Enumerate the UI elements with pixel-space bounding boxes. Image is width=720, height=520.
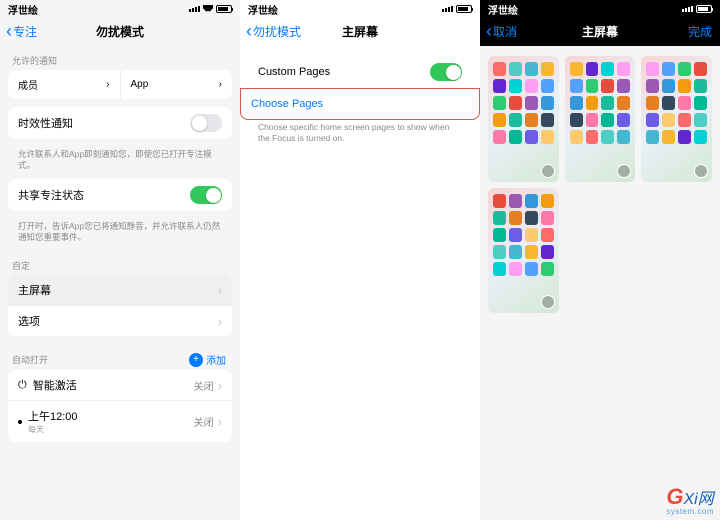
row-schedule[interactable]: 上午12:00每天 关闭›: [8, 401, 232, 442]
home-page-thumb-3[interactable]: [641, 56, 712, 182]
chevron-right-icon: ›: [218, 414, 222, 429]
row-apps[interactable]: App›: [121, 70, 233, 99]
picker-header-black: 浮世绘 取消 主屏幕 完成: [480, 0, 720, 46]
power-icon: ⏻: [18, 379, 27, 392]
status-icons: [189, 5, 232, 13]
row-custom-pages[interactable]: Custom Pages: [248, 56, 472, 88]
chevron-right-icon: ›: [218, 314, 222, 329]
back-button[interactable]: 专注: [6, 22, 37, 40]
carrier-label: 浮世绘: [248, 2, 278, 17]
phone-focus-settings: 浮世绘 专注 勿扰模式 允许的通知 成员› App› 时效性通知 允许联系人和A…: [0, 0, 240, 520]
row-smart-activate[interactable]: ⏻智能激活关闭›: [8, 370, 232, 401]
share-status-desc: 打开时，告诉App您已将通知静音，并允许联系人仍然通知您重要事件。: [0, 219, 240, 251]
status-bar: 浮世绘: [0, 0, 240, 16]
signal-icon: [189, 6, 200, 12]
status-icons: [442, 5, 472, 13]
toggle-share-status[interactable]: [190, 186, 222, 204]
choose-pages-card-highlighted: Choose Pages: [240, 88, 480, 120]
chevron-right-icon: ›: [219, 79, 222, 90]
signal-icon: [682, 6, 693, 12]
custom-pages-card: Custom Pages: [248, 56, 472, 88]
phone-page-picker: 浮世绘 取消 主屏幕 完成: [480, 0, 720, 520]
cancel-button[interactable]: 取消: [486, 22, 517, 40]
signal-icon: [442, 6, 453, 12]
share-status-card: 共享专注状态: [8, 179, 232, 211]
add-button[interactable]: +添加: [189, 352, 226, 367]
page-title: 主屏幕: [582, 23, 618, 40]
carrier-label: 浮世绘: [488, 2, 518, 17]
custom-card: 主屏幕› 选项›: [8, 275, 232, 336]
choose-pages-desc: Choose specific home screen pages to sho…: [240, 120, 480, 152]
page-title: 主屏幕: [342, 23, 378, 40]
row-home-screen[interactable]: 主屏幕›: [8, 275, 232, 306]
phone-home-screen-settings: 浮世绘 勿扰模式 主屏幕 Custom Pages Choose Pages C…: [240, 0, 480, 520]
section-auto-on: 自动打开 +添加: [0, 344, 240, 370]
back-button[interactable]: 勿扰模式: [246, 22, 301, 40]
battery-icon: [456, 5, 472, 13]
time-sensitive-card: 时效性通知: [8, 107, 232, 139]
status-bar: 浮世绘: [240, 0, 480, 16]
home-page-thumb-1[interactable]: [488, 56, 559, 182]
wifi-icon: [203, 5, 213, 13]
plus-icon: +: [189, 353, 203, 367]
chevron-right-icon: ›: [218, 283, 222, 298]
time-sensitive-desc: 允许联系人和App即刻通知您，即使您已打开专注模式。: [0, 147, 240, 179]
home-page-thumb-2[interactable]: [565, 56, 636, 182]
dot-icon: [18, 420, 22, 424]
row-options[interactable]: 选项›: [8, 306, 232, 336]
allowed-card: 成员› App›: [8, 70, 232, 99]
section-allowed-notifications: 允许的通知: [0, 46, 240, 70]
nav-header: 取消 主屏幕 完成: [480, 16, 720, 46]
nav-header: 专注 勿扰模式: [0, 16, 240, 46]
row-share-status[interactable]: 共享专注状态: [8, 179, 232, 211]
row-time-sensitive[interactable]: 时效性通知: [8, 107, 232, 139]
status-bar: 浮世绘: [480, 0, 720, 16]
battery-icon: [696, 5, 712, 13]
done-button[interactable]: 完成: [688, 23, 712, 40]
row-choose-pages[interactable]: Choose Pages: [241, 89, 479, 119]
home-page-thumb-4[interactable]: [488, 188, 559, 314]
toggle-custom-pages[interactable]: [430, 63, 462, 81]
select-circle-icon[interactable]: [541, 295, 555, 309]
nav-header: 勿扰模式 主屏幕: [240, 16, 480, 46]
select-circle-icon[interactable]: [694, 164, 708, 178]
row-members[interactable]: 成员›: [8, 70, 121, 99]
auto-card: ⏻智能激活关闭› 上午12:00每天 关闭›: [8, 370, 232, 442]
select-circle-icon[interactable]: [617, 164, 631, 178]
page-title: 勿扰模式: [96, 23, 144, 40]
status-icons: [682, 5, 712, 13]
home-screen-grid: [480, 46, 720, 323]
chevron-right-icon: ›: [106, 79, 109, 90]
select-circle-icon[interactable]: [541, 164, 555, 178]
section-custom: 自定: [0, 251, 240, 275]
toggle-time-sensitive[interactable]: [190, 114, 222, 132]
chevron-right-icon: ›: [218, 378, 222, 393]
battery-icon: [216, 5, 232, 13]
carrier-label: 浮世绘: [8, 2, 38, 17]
